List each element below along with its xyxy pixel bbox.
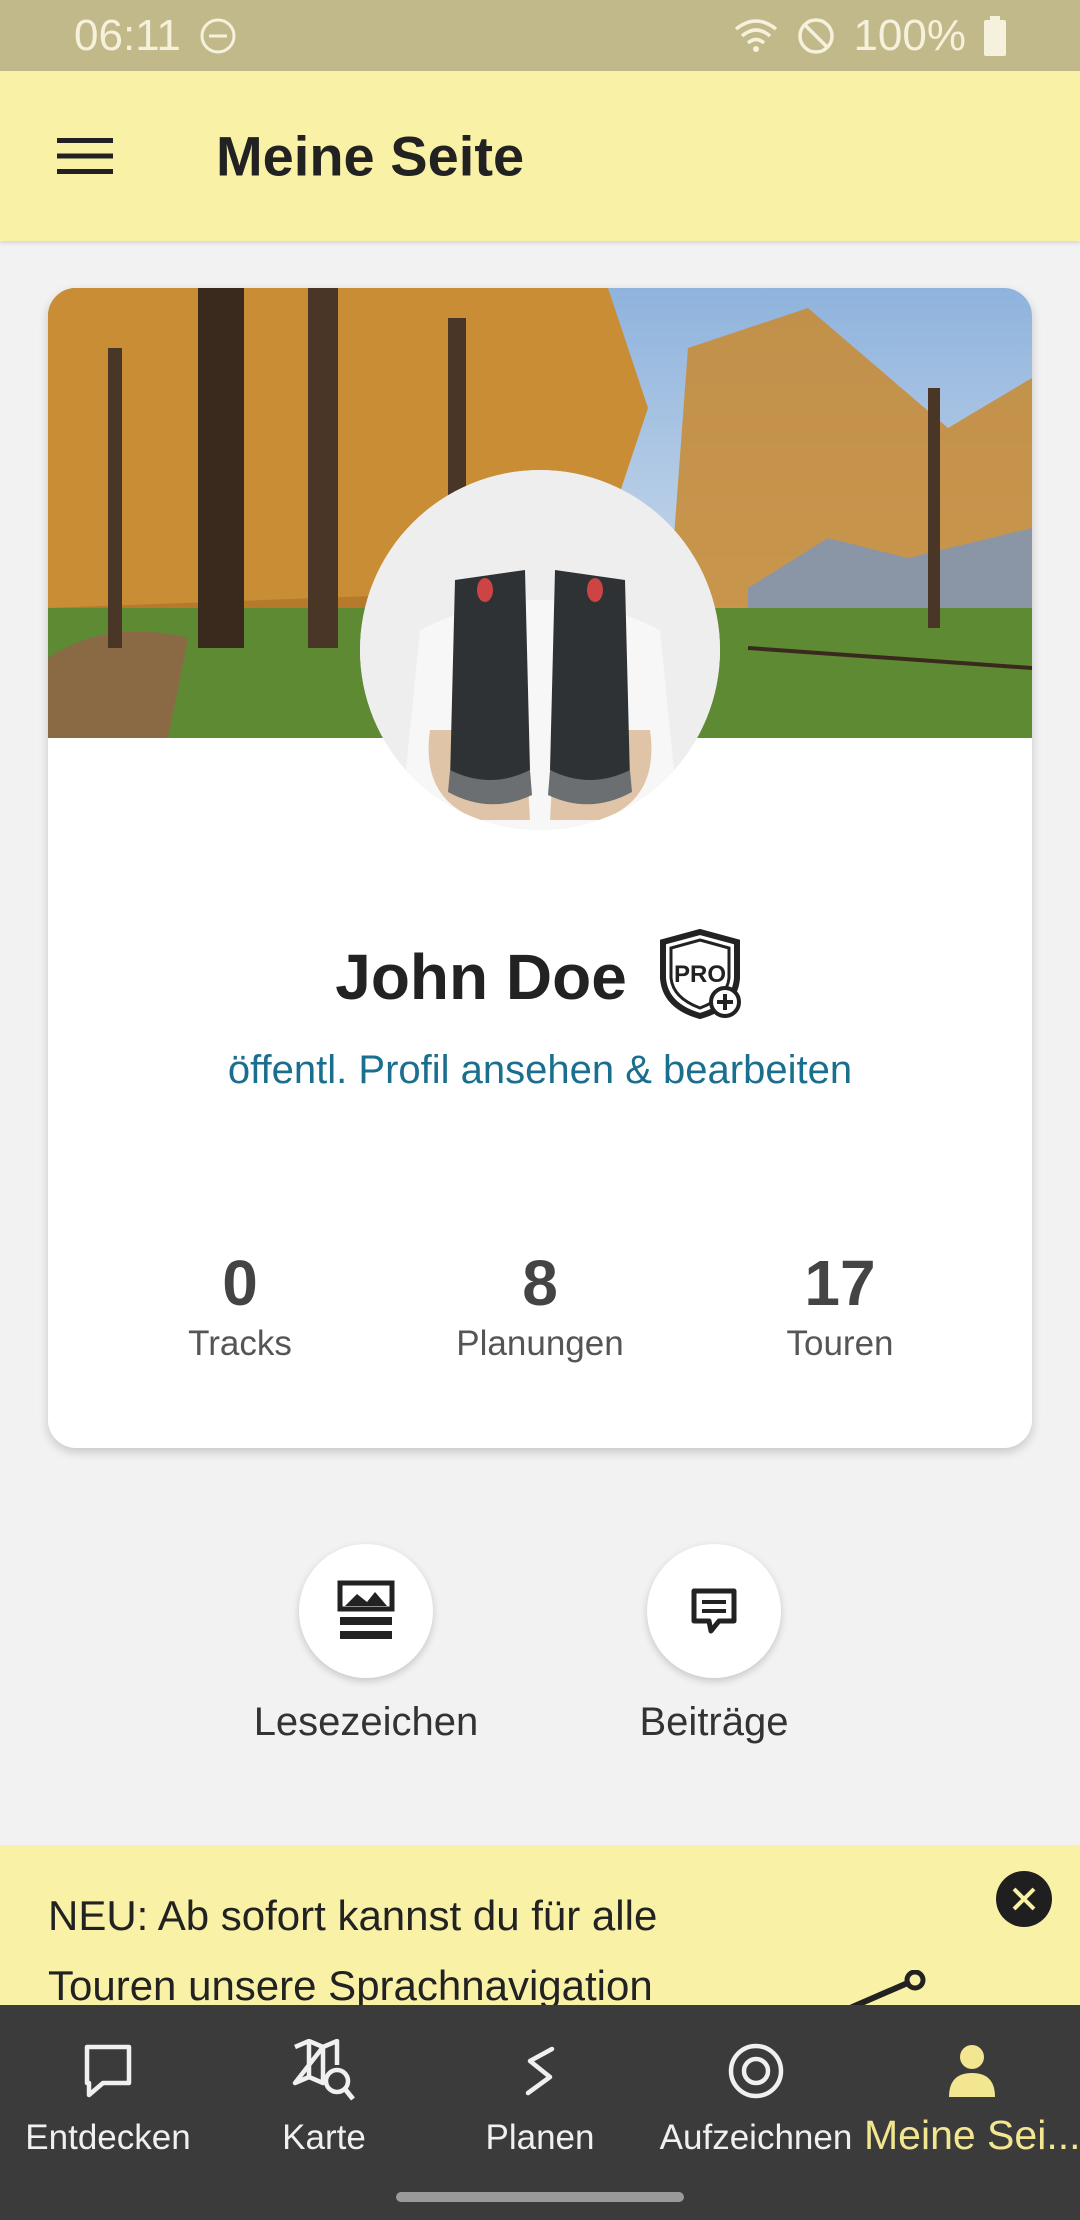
status-left: 06:11 (74, 11, 237, 61)
profile-link[interactable]: öffentl. Profil ansehen & bearbeiten (48, 1048, 1032, 1093)
banner-line-1: NEU: Ab sofort kannst du für alle (48, 1892, 658, 1939)
nav-label: Planen (485, 2118, 595, 2157)
battery-percent: 100% (853, 10, 966, 60)
nav-planen[interactable]: Planen (432, 2033, 648, 2158)
bookmark-list-icon (337, 1580, 395, 1639)
comment-icon (691, 1588, 737, 1634)
blocked-icon (797, 17, 835, 55)
stat-label: Planungen (456, 1324, 624, 1364)
status-right: 100% (733, 11, 1006, 61)
stat-tracks[interactable]: 0 Tracks (90, 1248, 390, 1364)
stat-planungen[interactable]: 8 Planungen (390, 1248, 690, 1364)
bookmarks-button[interactable]: Lesezeichen (216, 1544, 516, 1745)
chat-bubble-icon (0, 2033, 216, 2108)
bookmarks-label: Lesezeichen (253, 1700, 479, 1744)
nav-aufzeichnen[interactable]: Aufzeichnen (648, 2033, 864, 2158)
banner-text: NEU: Ab sofort kannst du für alle Touren… (48, 1881, 948, 2005)
name-row: John Doe PRO (48, 928, 1032, 1025)
profile-card: John Doe PRO öffentl. Profil ansehen & b… (48, 288, 1032, 1448)
banner-line-2: Touren unsere Sprachnavigation (48, 1962, 653, 2005)
stat-label: Touren (786, 1324, 894, 1364)
posts-label: Beiträge (639, 1700, 789, 1744)
pro-badge-text: PRO (674, 961, 726, 988)
stat-value: 0 (222, 1247, 258, 1319)
stat-value: 17 (804, 1247, 876, 1319)
map-search-icon (216, 2033, 432, 2108)
battery-icon (984, 15, 1006, 56)
banner-close-button[interactable] (996, 1871, 1052, 1927)
page-title: Meine Seite (216, 124, 525, 188)
route-icon (432, 2033, 648, 2108)
do-not-disturb-icon (199, 17, 237, 55)
person-icon (864, 2033, 1080, 2108)
stat-touren[interactable]: 17 Touren (690, 1248, 990, 1364)
record-icon (648, 2033, 864, 2108)
nav-meine-seite[interactable]: Meine Sei... (864, 2033, 1080, 2159)
nav-entdecken[interactable]: Entdecken (0, 2033, 216, 2158)
route-decoration-icon (849, 1969, 930, 2005)
close-icon (1012, 1887, 1036, 1911)
nav-label: Karte (282, 2118, 366, 2157)
menu-button[interactable] (50, 121, 120, 191)
posts-button[interactable]: Beiträge (564, 1544, 864, 1745)
wifi-icon (733, 17, 779, 55)
stat-value: 8 (522, 1247, 558, 1319)
nav-label: Aufzeichnen (659, 2118, 853, 2157)
news-banner[interactable]: NEU: Ab sofort kannst du für alle Touren… (0, 1845, 1080, 2005)
menu-icon (57, 138, 113, 174)
posts-circle (647, 1544, 781, 1678)
nav-label: Entdecken (25, 2118, 191, 2157)
stat-label: Tracks (188, 1324, 292, 1364)
nav-karte[interactable]: Karte (216, 2033, 432, 2158)
status-bar: 06:11 100% (0, 0, 1080, 71)
app-bar: Meine Seite (0, 71, 1080, 241)
avatar[interactable] (360, 470, 720, 830)
bookmarks-circle (299, 1544, 433, 1678)
stats-row: 0 Tracks 8 Planungen 17 Touren (48, 1248, 1032, 1388)
bottom-nav: Entdecken Karte Planen Aufzeichnen Meine… (0, 2005, 1080, 2220)
home-indicator[interactable] (396, 2192, 684, 2202)
nav-label: Meine Sei... (864, 2112, 1080, 2158)
status-time: 06:11 (74, 10, 181, 60)
pro-badge-icon: PRO (655, 928, 745, 1025)
user-name: John Doe (335, 940, 627, 1013)
